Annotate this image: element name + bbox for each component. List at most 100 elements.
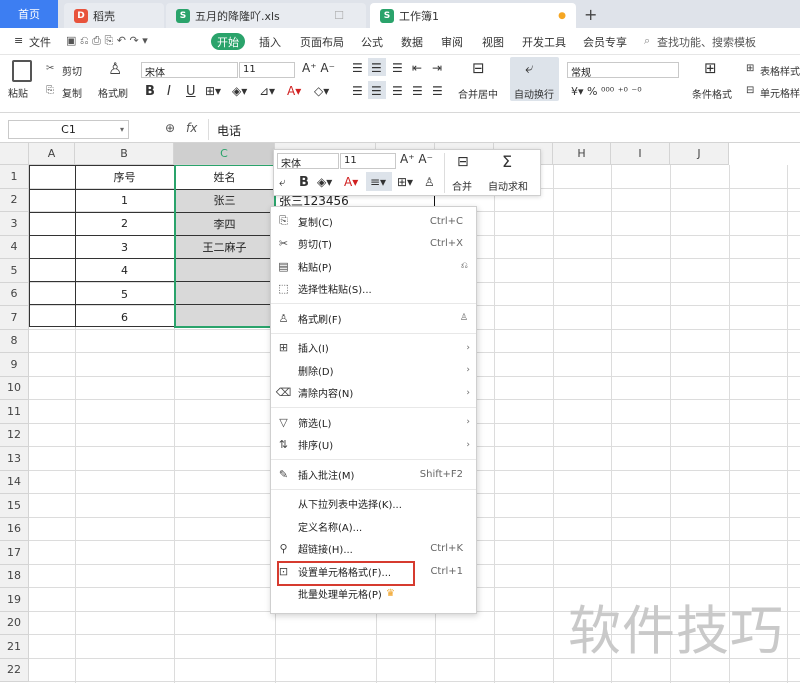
context-menu-item[interactable]: ▽ 筛选(L) ›: [271, 411, 476, 433]
align-bottom-icon[interactable]: ☰: [392, 61, 403, 75]
table-cell[interactable]: [174, 259, 275, 283]
table-cell[interactable]: 5: [75, 283, 174, 307]
context-menu-item[interactable]: ♙ 格式刷(F) ♙: [271, 307, 476, 329]
table-cell[interactable]: [174, 306, 275, 330]
table-cell[interactable]: [174, 283, 275, 307]
row-header-12[interactable]: 12: [0, 423, 29, 447]
cut-button[interactable]: 剪切: [62, 63, 82, 78]
column-header-J[interactable]: J: [670, 143, 729, 165]
distribute-icon[interactable]: ☰: [432, 84, 443, 98]
mini-font-select[interactable]: 宋体: [277, 153, 339, 170]
highlight-icon[interactable]: ⊿▾: [259, 84, 275, 98]
italic-icon[interactable]: I: [167, 84, 171, 99]
context-menu-item[interactable]: ⌫ 清除内容(N) ›: [271, 382, 476, 404]
merge-button[interactable]: 合并居中: [458, 86, 498, 101]
context-menu-item[interactable]: 定义名称(A)...: [271, 515, 476, 537]
row-header-7[interactable]: 7: [0, 306, 29, 330]
fx-icon[interactable]: fx: [186, 121, 197, 135]
row-header-5[interactable]: 5: [0, 259, 29, 283]
quick-access-icons[interactable]: ▣ ⎌ ⎙ ⎘ ↶ ↷ ▾: [66, 34, 148, 48]
context-menu-item[interactable]: ▤ 粘贴(P) ⎌: [271, 255, 476, 277]
column-header-I[interactable]: I: [611, 143, 670, 165]
tab-home[interactable]: 首页: [0, 0, 58, 28]
menu-insert[interactable]: 插入: [259, 34, 281, 50]
row-header-15[interactable]: 15: [0, 494, 29, 518]
row-header-18[interactable]: 18: [0, 564, 29, 588]
paste-button[interactable]: 粘贴: [8, 85, 28, 100]
mini-merge-button[interactable]: 合并: [452, 178, 472, 193]
row-header-1[interactable]: 1: [0, 165, 29, 189]
mini-wrap-icon[interactable]: ⤶: [279, 175, 286, 190]
table-cell[interactable]: 张三: [174, 189, 275, 213]
column-header-B[interactable]: B: [75, 143, 174, 165]
row-header-9[interactable]: 9: [0, 353, 29, 377]
font-grow-icon[interactable]: A⁺ A⁻: [302, 61, 335, 75]
menu-member[interactable]: 会员专享: [583, 34, 627, 50]
search-icon[interactable]: ⌕: [644, 34, 650, 48]
cell-style-button[interactable]: 单元格样: [760, 85, 800, 100]
mini-bold-icon[interactable]: B: [299, 175, 309, 190]
tab-file2[interactable]: S 工作簿1 ●: [370, 3, 576, 28]
align-right-icon[interactable]: ☰: [392, 84, 403, 98]
size-select[interactable]: 11: [239, 62, 295, 78]
menu-search[interactable]: 查找功能、搜索模板: [657, 34, 756, 50]
menu-data[interactable]: 数据: [401, 34, 423, 50]
row-header-21[interactable]: 21: [0, 635, 29, 659]
mini-border-icon[interactable]: ⊞▾: [397, 175, 413, 189]
outdent-icon[interactable]: ⇥: [432, 61, 442, 75]
formula-input[interactable]: 电话: [208, 119, 800, 140]
row-header-10[interactable]: 10: [0, 376, 29, 400]
row-header-13[interactable]: 13: [0, 447, 29, 471]
paste-icon[interactable]: [12, 60, 32, 82]
table-cell[interactable]: 4: [75, 259, 174, 283]
context-menu-item[interactable]: ⬚ 选择性粘贴(S)...: [271, 278, 476, 300]
row-header-16[interactable]: 16: [0, 517, 29, 541]
align-left-icon[interactable]: ☰: [352, 84, 363, 98]
context-menu-item[interactable]: ⊞ 插入(I) ›: [271, 337, 476, 359]
context-menu-item[interactable]: 从下拉列表中选择(K)...: [271, 493, 476, 515]
mini-font-color-icon[interactable]: A▾: [344, 175, 358, 189]
number-format-icons[interactable]: ¥▾ % ⁰⁰⁰ ⁺⁰ ⁻⁰: [571, 85, 642, 98]
font-color-icon[interactable]: A▾: [287, 84, 301, 98]
menu-page-layout[interactable]: 页面布局: [300, 34, 344, 50]
context-menu-item[interactable]: ⎘ 复制(C) Ctrl+C: [271, 210, 476, 232]
row-header-20[interactable]: 20: [0, 611, 29, 635]
menu-review[interactable]: 审阅: [441, 34, 463, 50]
mini-size-select[interactable]: 11: [340, 153, 396, 169]
row-header-3[interactable]: 3: [0, 212, 29, 236]
row-header-8[interactable]: 8: [0, 329, 29, 353]
context-menu-item[interactable]: ⇅ 排序(U) ›: [271, 434, 476, 456]
mini-autosum-button[interactable]: 自动求和: [488, 178, 528, 193]
mini-fill-icon[interactable]: ◈▾: [317, 175, 332, 189]
menu-developer[interactable]: 开发工具: [522, 34, 566, 50]
context-menu-item[interactable]: ✎ 插入批注(M) Shift+F2: [271, 463, 476, 485]
row-header-17[interactable]: 17: [0, 541, 29, 565]
bold-icon[interactable]: B: [145, 84, 155, 99]
table-cell[interactable]: 3: [75, 236, 174, 260]
context-menu-item[interactable]: ⚲ 超链接(H)... Ctrl+K: [271, 538, 476, 560]
row-header-19[interactable]: 19: [0, 588, 29, 612]
font-select[interactable]: 宋体: [141, 62, 238, 79]
hamburger-icon[interactable]: ≡: [14, 34, 23, 47]
tab-wps[interactable]: D 稻壳: [64, 3, 164, 28]
number-format-select[interactable]: 常规: [567, 62, 679, 79]
menu-start[interactable]: 开始: [211, 33, 245, 50]
underline-icon[interactable]: U: [186, 84, 196, 99]
mini-font-grow-icon[interactable]: A⁺ A⁻: [400, 152, 433, 166]
row-header-22[interactable]: 22: [0, 658, 29, 682]
paste-option-icon[interactable]: ⎌: [461, 261, 468, 271]
table-cell[interactable]: 2: [75, 212, 174, 236]
border-icon[interactable]: ⊞▾: [205, 84, 221, 98]
column-header-A[interactable]: A: [29, 143, 75, 165]
table-cell[interactable]: 序号: [75, 165, 174, 189]
justify-icon[interactable]: ☰: [412, 84, 423, 98]
mini-painter-icon[interactable]: ♙: [424, 175, 435, 189]
table-cell[interactable]: 1: [75, 189, 174, 213]
row-header-6[interactable]: 6: [0, 282, 29, 306]
lock-painter-icon[interactable]: ♙: [460, 313, 468, 323]
zoom-icon[interactable]: ⊕: [165, 121, 175, 135]
clear-icon[interactable]: ◇▾: [314, 84, 329, 98]
menu-view[interactable]: 视图: [482, 34, 504, 50]
context-menu-item[interactable]: ✂ 剪切(T) Ctrl+X: [271, 233, 476, 255]
copy-button[interactable]: 复制: [62, 85, 82, 100]
